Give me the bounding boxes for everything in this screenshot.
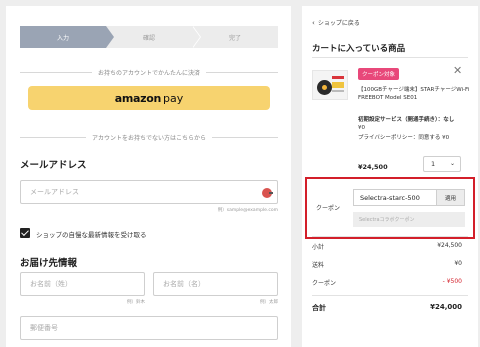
step-label: 確認 <box>142 34 155 42</box>
summary-label: クーポン <box>312 280 337 287</box>
quick-pay-divider-text: お持ちのアカウントでかんたんに決済 <box>98 69 201 77</box>
divider <box>312 57 468 58</box>
cart-title: カートに入っている商品 <box>312 44 406 54</box>
quick-pay-divider: お持ちのアカウントでかんたんに決済 <box>20 67 278 77</box>
summary-label: 送料 <box>312 262 325 269</box>
checkout-form-panel: 入力 確認 完了 お持ちのアカウントでかんたんに決済 amazon pay アカ… <box>6 6 291 347</box>
cart-panel: ‹ ショップに戻る カートに入っている商品 クーポン対象 ✕ 【100GBチャー… <box>302 6 478 347</box>
total-label: 合計 <box>312 304 326 312</box>
product-thumbnail <box>312 70 348 100</box>
step-input: 入力 <box>20 26 114 48</box>
amazon-logo: amazon <box>114 91 162 105</box>
coupon-code-input[interactable]: Selectra-starc-500 <box>353 189 437 206</box>
last-name-placeholder: お名前（姓） <box>30 280 72 288</box>
summary-value: ¥0 <box>454 260 462 267</box>
total-value: ¥24,000 <box>430 303 462 311</box>
order-total-row: 合計 ¥24,000 <box>312 303 462 313</box>
product-price: ¥24,500 <box>358 163 388 171</box>
coupon-apply-button[interactable]: 適用 <box>437 189 465 206</box>
summary-coupon-row: クーポン - ¥500 <box>312 278 462 287</box>
divider <box>312 295 468 296</box>
last-name-hint: 例）鈴木 <box>127 300 145 305</box>
close-icon[interactable]: ✕ <box>453 64 462 77</box>
applied-coupon-field: Selectraコラボクーポン <box>353 212 465 227</box>
back-to-shop-label: ショップに戻る <box>317 20 360 27</box>
coupon-label: クーポン <box>316 205 341 212</box>
first-name-field[interactable]: お名前（名） <box>153 272 278 296</box>
summary-shipping-row: 送料 ¥0 <box>312 260 462 269</box>
progress-steps: 入力 確認 完了 <box>20 26 278 48</box>
coupon-eligible-badge: クーポン対象 <box>358 68 400 80</box>
thumbnail-graphic <box>332 82 344 88</box>
email-field[interactable]: メールアドレス <box>20 180 278 204</box>
back-to-shop-link[interactable]: ‹ ショップに戻る <box>312 18 360 28</box>
last-name-field[interactable]: お名前（姓） <box>20 272 145 296</box>
first-name-placeholder: お名前（名） <box>163 280 205 288</box>
thumbnail-graphic <box>332 76 344 79</box>
email-placeholder: メールアドレス <box>30 188 79 196</box>
amazon-pay-button[interactable]: amazon pay <box>28 86 270 110</box>
first-name-hint: 例）太郎 <box>260 300 278 305</box>
product-option-setup: 初期設定サービス（開通手続き）：なし <box>358 116 454 124</box>
shipping-label: お届け先情報 <box>20 258 78 269</box>
no-account-divider: アカウントをお持ちでない方はこちらから <box>20 132 278 142</box>
email-label: メールアドレス <box>20 160 87 171</box>
product-device-image <box>317 80 332 95</box>
field-status-icon <box>262 188 273 198</box>
amazon-pay-label: pay <box>163 91 184 105</box>
summary-value: ¥24,500 <box>437 242 462 249</box>
product-option-privacy: プライバシーポリシー：同意する ¥0 <box>358 135 450 141</box>
quantity-select[interactable]: 1 ⌄ <box>423 156 461 172</box>
applied-coupon-text: Selectraコラボクーポン <box>359 217 415 223</box>
newsletter-label: ショップの自慢な最新情報を受け取る <box>36 231 147 239</box>
option-setup-label: 初期設定サービス（開通手続き）：なし <box>358 117 455 123</box>
checkbox-checked-icon[interactable] <box>20 228 30 238</box>
no-account-divider-text: アカウントをお持ちでない方はこちらから <box>92 134 207 142</box>
step-complete: 完了 <box>192 26 278 48</box>
product-option-setup-price: ¥0 <box>358 125 365 131</box>
divider <box>312 236 468 237</box>
step-confirm: 確認 <box>106 26 201 48</box>
email-hint: 例）sample@example.com <box>217 208 278 213</box>
chevron-left-icon: ‹ <box>312 18 315 27</box>
summary-value: - ¥500 <box>442 278 462 285</box>
postal-code-placeholder: 郵便番号 <box>30 324 58 332</box>
coupon-code-value: Selectra-starc-500 <box>360 193 420 202</box>
thumbnail-graphic <box>332 90 344 92</box>
summary-subtotal-row: 小計 ¥24,500 <box>312 242 462 251</box>
summary-label: 小計 <box>312 244 325 251</box>
product-name: 【100GBチャージ端末】STARチャージWi-Fi FREEBOT Model… <box>358 87 475 101</box>
coupon-section: クーポン Selectra-starc-500 適用 Selectraコラボクー… <box>305 177 475 239</box>
step-label: 完了 <box>228 34 241 42</box>
step-label: 入力 <box>56 34 69 42</box>
postal-code-field[interactable]: 郵便番号 <box>20 316 278 340</box>
quantity-value: 1 <box>431 160 436 168</box>
chevron-down-icon: ⌄ <box>449 160 455 167</box>
